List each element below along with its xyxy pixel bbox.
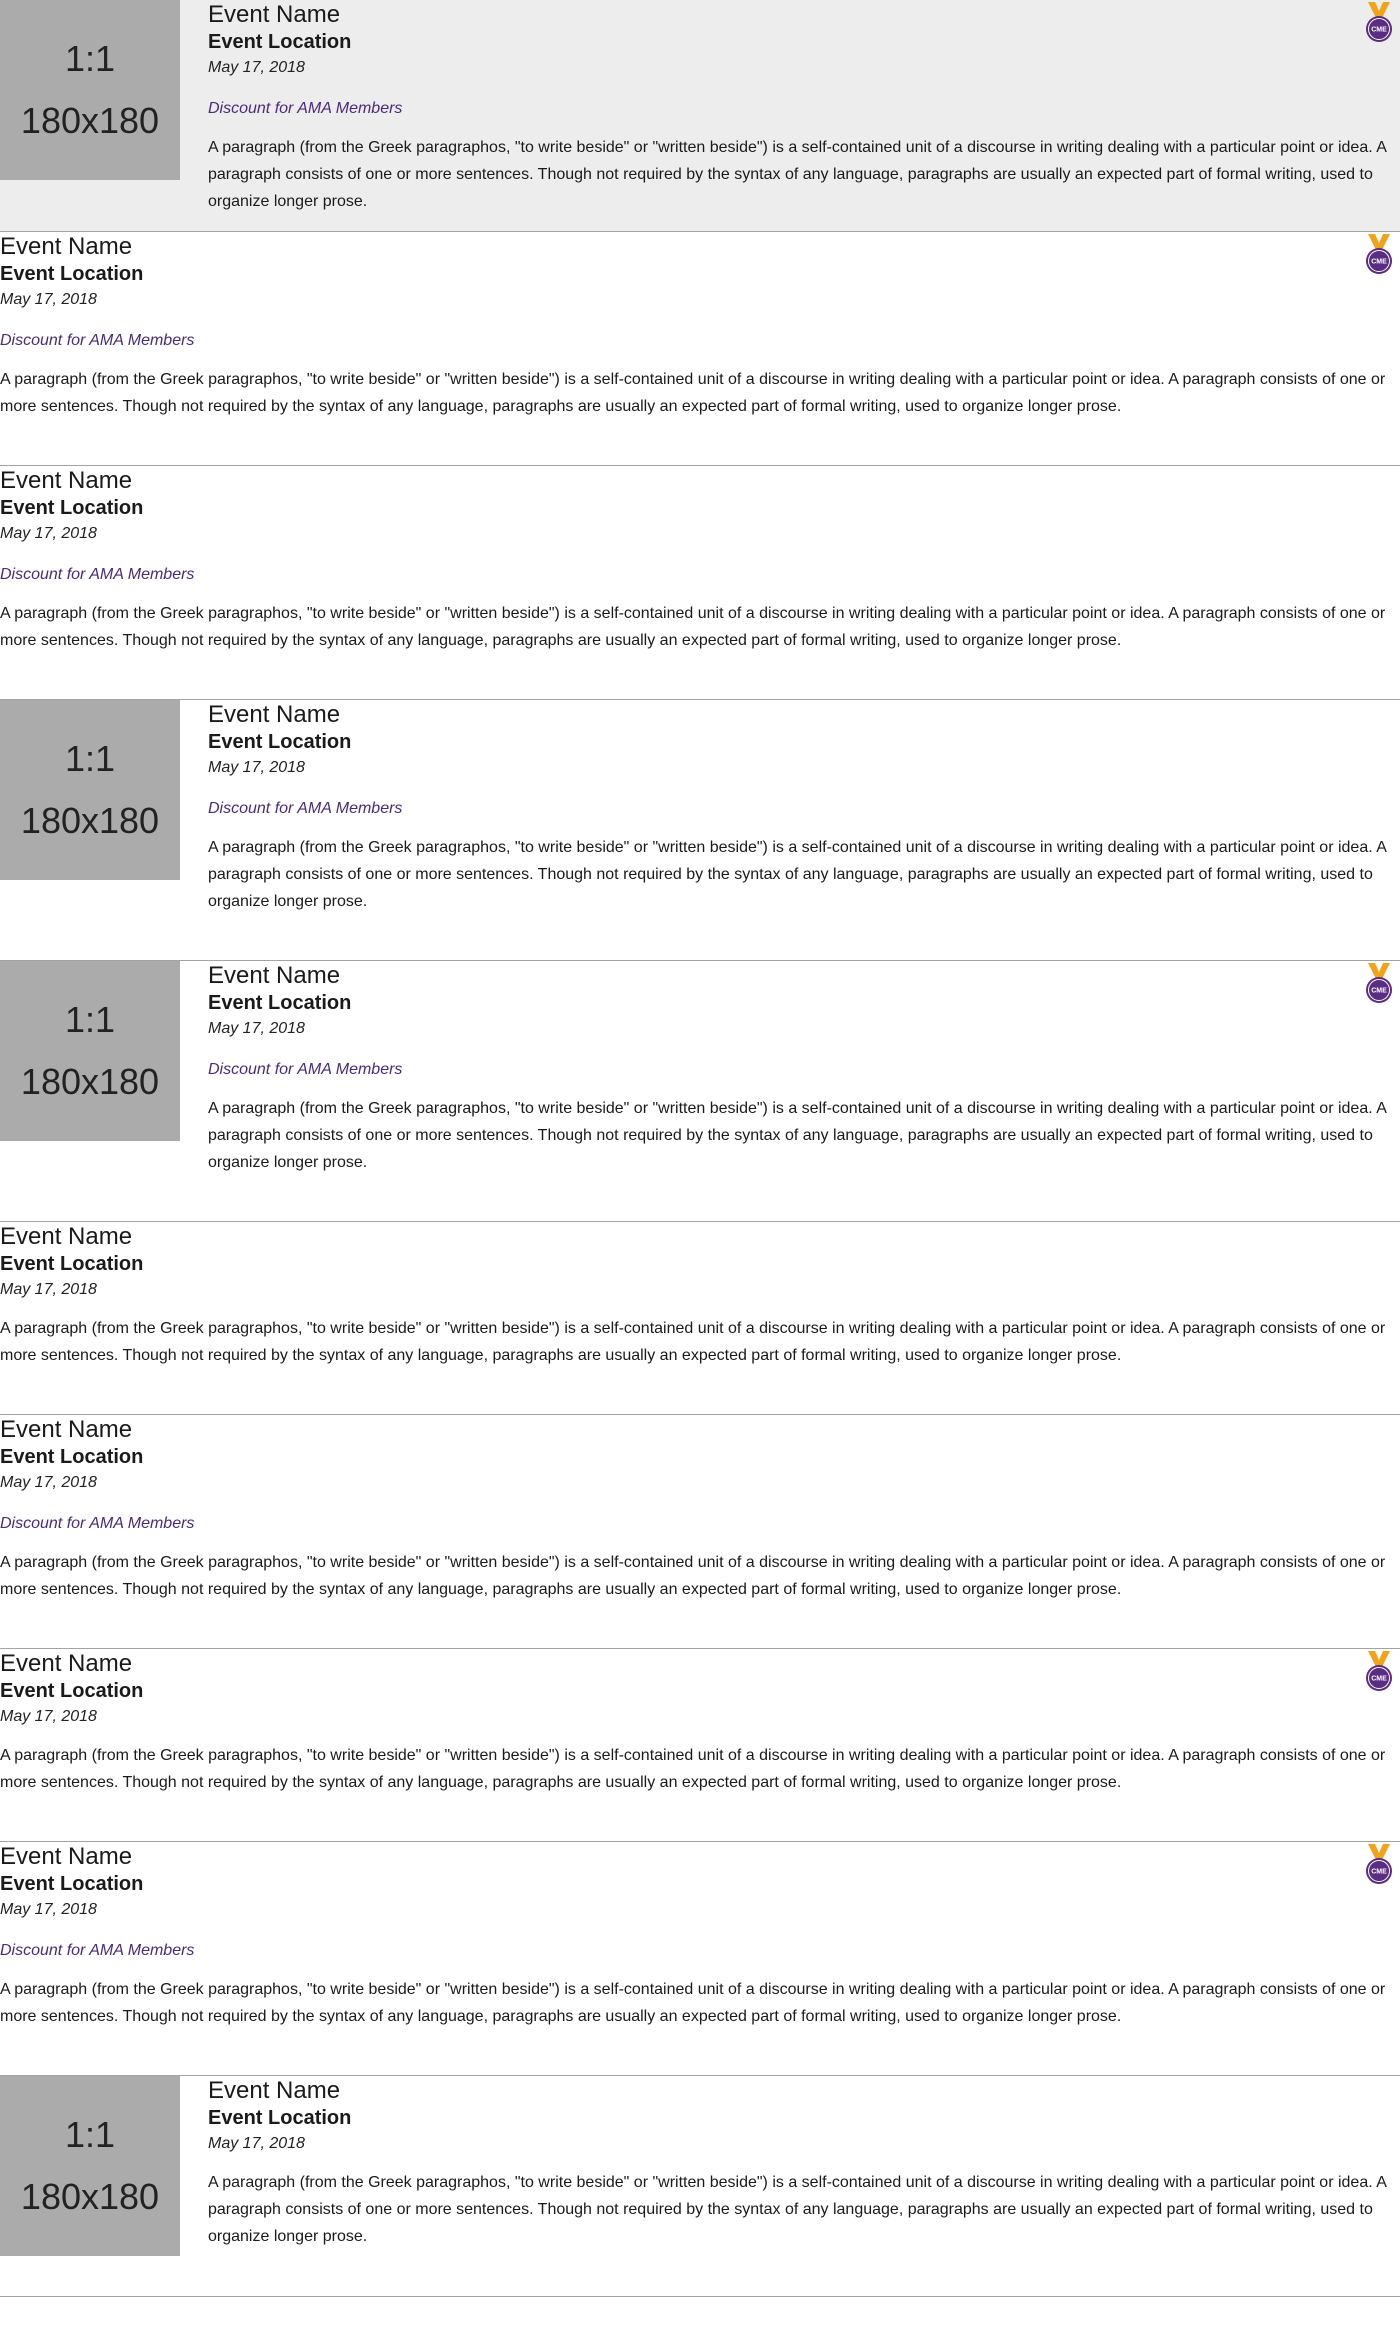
member-discount-note: Discount for AMA Members — [0, 332, 195, 349]
svg-text:CME: CME — [1371, 1869, 1387, 1876]
event-list-item[interactable]: Event Name Event Location May 17, 2018 Disc… — [0, 466, 1400, 700]
event-list-item[interactable]: Event Name Event Location May 17, 2018 A pa… — [0, 1222, 1400, 1415]
placeholder-ratio: 1:1 — [64, 38, 116, 79]
event-name[interactable]: Event Name — [0, 1415, 132, 1445]
event-list-item[interactable]: Event Name Event Location May 17, 2018 Disc… — [0, 1415, 1400, 1649]
placeholder-size: 180x180 — [20, 1061, 160, 1102]
svg-text:CME: CME — [1371, 27, 1387, 34]
svg-text:CME: CME — [1371, 259, 1387, 266]
event-name[interactable]: Event Name — [0, 466, 132, 496]
event-location: Event Location — [0, 1680, 144, 1702]
event-list-item[interactable]: Event Name Event Location May 17, 2018 A pa… — [0, 1649, 1400, 1842]
event-description: A paragraph (from the Greek paragraphos,… — [208, 839, 1387, 910]
event-list-item[interactable]: Event Name Event Location May 17, 2018 Disc… — [0, 1842, 1400, 2076]
event-list-item[interactable]: 1:1 180x180 Event Name Event Location May 17… — [0, 961, 1400, 1222]
event-location: Event Location — [208, 731, 352, 753]
cme-medal-icon: CME — [1364, 1651, 1394, 1693]
member-discount-note: Discount for AMA Members — [0, 1942, 195, 1959]
event-image-placeholder[interactable]: 1:1 180x180 — [0, 700, 180, 880]
event-date: May 17, 2018 — [0, 1474, 97, 1491]
event-location: Event Location — [0, 1253, 144, 1275]
event-name[interactable]: Event Name — [0, 232, 132, 262]
member-discount-note: Discount for AMA Members — [208, 800, 403, 817]
event-date: May 17, 2018 — [0, 525, 97, 542]
member-discount-note: Discount for AMA Members — [0, 566, 195, 583]
event-image-placeholder[interactable]: 1:1 180x180 — [0, 0, 180, 180]
event-location: Event Location — [0, 1873, 144, 1895]
member-discount-note: Discount for AMA Members — [208, 100, 403, 117]
event-list-item[interactable]: 1:1 180x180 Event Name Event Location May 17… — [0, 700, 1400, 961]
placeholder-size: 180x180 — [20, 100, 160, 141]
cme-medal-icon: CME — [1364, 963, 1394, 1005]
placeholder-size: 180x180 — [20, 800, 160, 841]
event-description: A paragraph (from the Greek paragraphos,… — [0, 605, 1386, 649]
svg-text:CME: CME — [1371, 988, 1387, 995]
event-name[interactable]: Event Name — [208, 0, 340, 30]
event-description: A paragraph (from the Greek paragraphos,… — [208, 139, 1387, 210]
event-description: A paragraph (from the Greek paragraphos,… — [0, 1981, 1386, 2025]
placeholder-ratio: 1:1 — [64, 999, 116, 1040]
event-name[interactable]: Event Name — [208, 2076, 340, 2106]
event-list-item[interactable]: Event Name Event Location May 17, 2018 Disc… — [0, 232, 1400, 466]
cme-medal-icon: CME — [1364, 1844, 1394, 1886]
event-date: May 17, 2018 — [0, 1281, 97, 1298]
event-date: May 17, 2018 — [0, 1901, 97, 1918]
event-date: May 17, 2018 — [0, 1708, 97, 1725]
event-image-placeholder[interactable]: 1:1 180x180 — [0, 961, 180, 1141]
event-name[interactable]: Event Name — [208, 700, 340, 730]
cme-medal-icon: CME — [1364, 2, 1394, 44]
cme-medal-icon: CME — [1364, 234, 1394, 276]
event-name[interactable]: Event Name — [0, 1842, 132, 1872]
event-image-placeholder[interactable]: 1:1 180x180 — [0, 2076, 180, 2256]
event-list-item[interactable]: 1:1 180x180 Event Name Event Location May 17… — [0, 0, 1400, 232]
event-location: Event Location — [208, 2107, 352, 2129]
event-description: A paragraph (from the Greek paragraphos,… — [0, 1320, 1386, 1364]
event-date: May 17, 2018 — [208, 759, 305, 776]
svg-text:CME: CME — [1371, 1676, 1387, 1683]
event-description: A paragraph (from the Greek paragraphos,… — [0, 1747, 1386, 1791]
event-name[interactable]: Event Name — [0, 1649, 132, 1679]
event-description: A paragraph (from the Greek paragraphos,… — [0, 1554, 1386, 1598]
event-description: A paragraph (from the Greek paragraphos,… — [208, 1100, 1387, 1171]
event-name[interactable]: Event Name — [208, 961, 340, 991]
event-name[interactable]: Event Name — [0, 1222, 132, 1252]
event-date: May 17, 2018 — [208, 2135, 305, 2152]
event-location: Event Location — [0, 497, 144, 519]
member-discount-note: Discount for AMA Members — [208, 1061, 403, 1078]
event-location: Event Location — [0, 263, 144, 285]
event-list-item[interactable]: 1:1 180x180 Event Name Event Location May 17… — [0, 2076, 1400, 2297]
event-description: A paragraph (from the Greek paragraphos,… — [208, 2174, 1387, 2245]
placeholder-ratio: 1:1 — [64, 2114, 116, 2155]
placeholder-ratio: 1:1 — [64, 738, 116, 779]
event-location: Event Location — [208, 992, 352, 1014]
event-date: May 17, 2018 — [208, 1020, 305, 1037]
event-date: May 17, 2018 — [0, 291, 97, 308]
member-discount-note: Discount for AMA Members — [0, 1515, 195, 1532]
event-location: Event Location — [208, 31, 352, 53]
event-location: Event Location — [0, 1446, 144, 1468]
event-date: May 17, 2018 — [208, 59, 305, 76]
event-description: A paragraph (from the Greek paragraphos,… — [0, 371, 1386, 415]
placeholder-size: 180x180 — [20, 2176, 160, 2217]
